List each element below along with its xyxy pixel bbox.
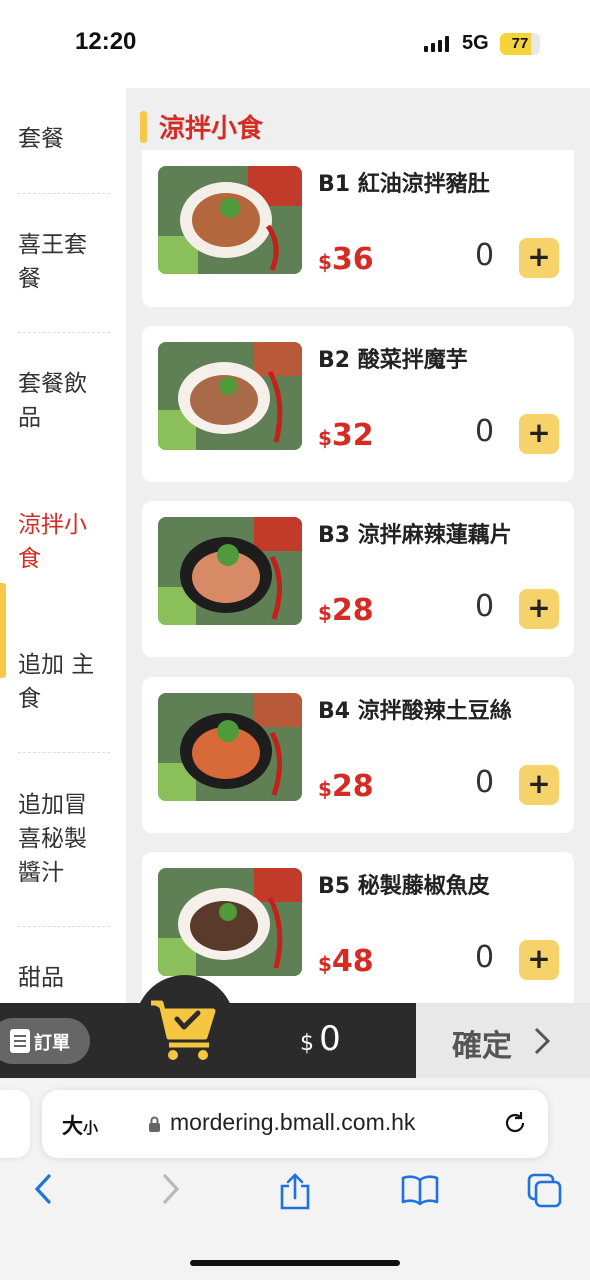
tabs-icon[interactable]	[526, 1172, 564, 1210]
section-accent-bar	[140, 110, 147, 143]
sidebar-divider	[18, 926, 110, 927]
product-quantity: 0	[475, 765, 495, 800]
product-card[interactable]: B1 紅油涼拌豬肚 $36 0 +	[142, 150, 574, 307]
plus-icon: +	[527, 240, 551, 273]
reload-icon[interactable]	[502, 1110, 528, 1136]
browser-toolbar	[0, 1172, 590, 1222]
share-icon[interactable]	[278, 1172, 312, 1212]
product-price: $32	[318, 418, 374, 453]
sidebar-item-label: 追加冒喜秘製醬汁	[18, 792, 87, 886]
sidebar-item-set-drinks[interactable]: 套餐飲品	[0, 367, 126, 435]
sidebar-item-label: 涼拌小食	[18, 512, 87, 572]
sidebar-item-label: 甜品	[18, 965, 64, 991]
bookmarks-icon[interactable]	[400, 1172, 440, 1206]
text-size-button[interactable]: 大小	[62, 1110, 98, 1140]
product-card[interactable]: B3 涼拌麻辣蓮藕片 $28 0 +	[142, 501, 574, 657]
plus-icon: +	[527, 942, 551, 975]
product-image[interactable]	[158, 342, 302, 450]
status-time: 12:20	[75, 28, 137, 55]
chevron-right-icon	[534, 1027, 551, 1055]
previous-tab-preview[interactable]	[0, 1090, 30, 1158]
browser-chrome: 大小 mordering.bmall.com.hk	[0, 1078, 590, 1280]
product-name: B2 酸菜拌魔芋	[318, 348, 468, 373]
order-button[interactable]: 訂單	[0, 1018, 90, 1064]
product-name: B5 秘製藤椒魚皮	[318, 874, 490, 899]
forward-icon[interactable]	[160, 1172, 182, 1206]
confirm-label: 確定	[452, 1029, 512, 1064]
sidebar-divider	[18, 193, 110, 194]
sidebar-item-extra-sauce[interactable]: 追加冒喜秘製醬汁	[0, 788, 126, 890]
product-quantity: 0	[475, 414, 495, 449]
product-image[interactable]	[158, 693, 302, 801]
cart-icon	[151, 1000, 216, 1060]
lock-icon	[149, 1116, 160, 1132]
product-card[interactable]: B2 酸菜拌魔芋 $32 0 +	[142, 326, 574, 482]
clipboard-icon	[10, 1029, 30, 1053]
sidebar-item-label: 喜王套餐	[18, 232, 87, 292]
sidebar-item-label: 追加 主食	[18, 652, 95, 712]
sidebar-item-extra-staple[interactable]: 追加 主食	[0, 648, 126, 716]
cart-bar: 訂單 $ 0 確定	[0, 975, 590, 1078]
plus-icon: +	[527, 416, 551, 449]
order-label: 訂單	[34, 1033, 70, 1054]
product-name: B3 涼拌麻辣蓮藕片	[318, 523, 512, 548]
add-to-cart-button[interactable]: +	[519, 414, 559, 454]
product-price: $48	[318, 944, 374, 979]
battery-level: 77	[511, 35, 529, 52]
section-header: 涼拌小食	[140, 108, 263, 145]
cart-total: $ 0	[300, 1019, 341, 1059]
sidebar-divider	[18, 332, 110, 333]
product-name: B4 涼拌酸辣土豆絲	[318, 699, 512, 724]
sidebar-divider	[18, 752, 110, 753]
plus-icon: +	[527, 591, 551, 624]
product-image[interactable]	[158, 868, 302, 976]
product-card[interactable]: B4 涼拌酸辣土豆絲 $28 0 +	[142, 677, 574, 833]
product-image[interactable]	[158, 517, 302, 625]
sidebar-item-label: 套餐飲品	[18, 371, 87, 431]
url-text: mordering.bmall.com.hk	[170, 1109, 416, 1135]
add-to-cart-button[interactable]: +	[519, 940, 559, 980]
product-quantity: 0	[475, 940, 495, 975]
confirm-button[interactable]: 確定	[416, 1003, 590, 1078]
battery-icon: 77	[500, 33, 540, 55]
sidebar-item-hei-wong-set[interactable]: 喜王套餐	[0, 228, 126, 296]
signal-icon	[424, 36, 449, 52]
product-quantity: 0	[475, 238, 495, 273]
category-sidebar: 套餐 喜王套餐 套餐飲品 涼拌小食 追加 主食 追加冒喜秘製醬汁 甜品	[0, 88, 126, 1003]
product-image[interactable]	[158, 166, 302, 274]
sidebar-item-cold-dishes[interactable]: 涼拌小食	[0, 508, 126, 576]
product-price: $28	[318, 769, 374, 804]
section-title: 涼拌小食	[159, 114, 264, 144]
product-name: B1 紅油涼拌豬肚	[318, 172, 490, 197]
add-to-cart-button[interactable]: +	[519, 765, 559, 805]
add-to-cart-button[interactable]: +	[519, 238, 559, 278]
plus-icon: +	[527, 767, 551, 800]
back-icon[interactable]	[32, 1172, 54, 1206]
sidebar-item-desserts[interactable]: 甜品	[0, 961, 126, 995]
sidebar-item-label: 套餐	[18, 126, 64, 152]
address-bar[interactable]: 大小 mordering.bmall.com.hk	[42, 1090, 548, 1158]
add-to-cart-button[interactable]: +	[519, 589, 559, 629]
network-type: 5G	[462, 32, 489, 54]
product-price: $28	[318, 593, 374, 628]
sidebar-item-set-meal[interactable]: 套餐	[0, 122, 126, 156]
product-price: $36	[318, 242, 374, 277]
home-indicator	[190, 1260, 400, 1266]
status-bar: 12:20 5G 77	[0, 0, 590, 88]
product-quantity: 0	[475, 589, 495, 624]
product-list[interactable]: 涼拌小食 B1 紅油涼拌豬肚 $36 0 + B2 酸菜拌魔芋 $32 0 + …	[126, 88, 590, 1003]
cart-button[interactable]	[135, 975, 235, 1075]
